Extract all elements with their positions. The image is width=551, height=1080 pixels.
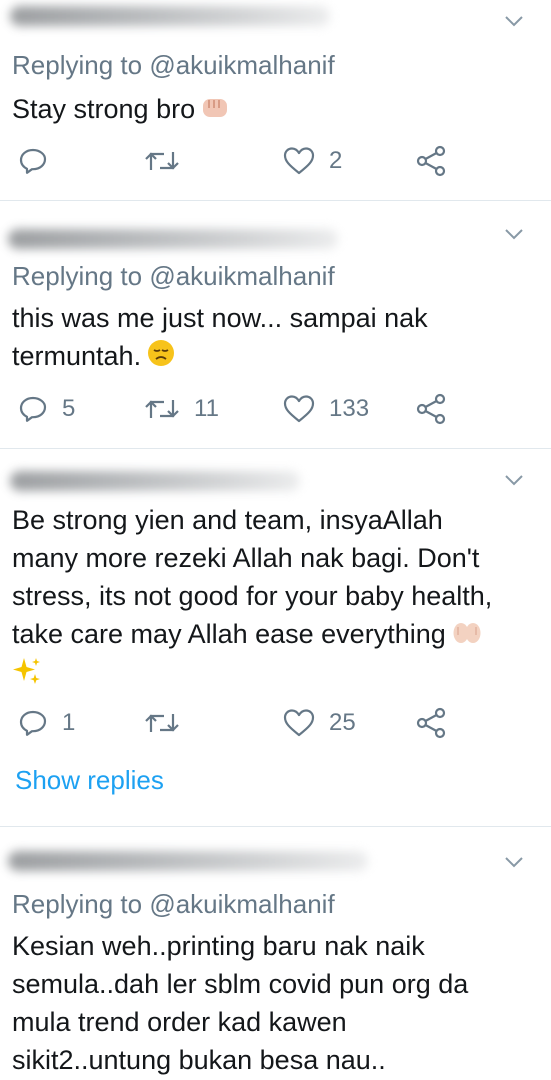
author-name-blurred xyxy=(8,229,338,249)
tweet-actions: 1 25 xyxy=(0,705,551,741)
tweet-text: this was me just now... sampai nak termu… xyxy=(12,299,535,377)
replying-to-label: Replying to @akuikmalhanif xyxy=(12,50,335,80)
reply-icon xyxy=(19,710,47,736)
retweet-icon xyxy=(145,152,179,170)
heart-icon xyxy=(283,709,315,737)
share-button[interactable] xyxy=(415,143,447,179)
reply-icon xyxy=(19,396,47,422)
sparkles-emoji xyxy=(12,656,42,696)
reply-button[interactable] xyxy=(18,143,62,179)
chevron-down-icon[interactable] xyxy=(504,227,524,241)
like-button[interactable]: 25 xyxy=(283,705,356,741)
chevron-down-icon[interactable] xyxy=(504,855,524,869)
reply-button[interactable]: 1 xyxy=(18,705,75,741)
share-button[interactable] xyxy=(415,391,447,427)
reply-handle-link[interactable]: @akuikmalhanif xyxy=(149,50,334,80)
show-replies-link[interactable]: Show replies xyxy=(15,765,164,796)
share-icon xyxy=(416,393,446,425)
reply-button[interactable]: 5 xyxy=(18,391,75,427)
retweet-icon xyxy=(145,400,179,418)
tweet-divider xyxy=(0,200,551,201)
tweet-text: Be strong yien and team, insyaAllah many… xyxy=(12,501,535,696)
author-name-blurred xyxy=(10,471,300,491)
share-icon xyxy=(416,707,446,739)
chevron-down-icon[interactable] xyxy=(504,473,524,487)
share-icon xyxy=(416,145,446,177)
heart-icon xyxy=(283,147,315,175)
share-button[interactable] xyxy=(415,705,447,741)
disappointed-face-emoji xyxy=(147,339,175,377)
like-button[interactable]: 133 xyxy=(283,391,369,427)
author-name-blurred xyxy=(10,6,330,26)
reply-handle-link[interactable]: @akuikmalhanif xyxy=(149,889,334,919)
tweet-text: Stay strong bro xyxy=(12,90,535,130)
retweet-button[interactable] xyxy=(144,705,194,741)
author-name-blurred xyxy=(8,851,368,871)
tweet-divider xyxy=(0,826,551,827)
retweet-button[interactable]: 11 xyxy=(144,391,219,427)
retweet-button[interactable] xyxy=(144,143,194,179)
tweet-actions: 2 xyxy=(0,143,551,179)
retweet-icon xyxy=(145,714,179,732)
fist-emoji xyxy=(201,92,229,130)
tweet-text: Kesian weh..printing baru nak naik semul… xyxy=(12,931,469,1075)
replying-to-label: Replying to @akuikmalhanif xyxy=(12,261,335,291)
like-button[interactable]: 2 xyxy=(283,143,342,179)
tweet-actions: 5 11 133 xyxy=(0,391,551,427)
chevron-down-icon[interactable] xyxy=(504,14,524,28)
heart-icon xyxy=(283,395,315,423)
hands-emoji xyxy=(452,617,482,655)
reply-icon xyxy=(19,148,47,174)
tweet-divider xyxy=(0,448,551,449)
replying-to-label: Replying to @akuikmalhanif xyxy=(12,889,335,919)
reply-handle-link[interactable]: @akuikmalhanif xyxy=(149,261,334,291)
